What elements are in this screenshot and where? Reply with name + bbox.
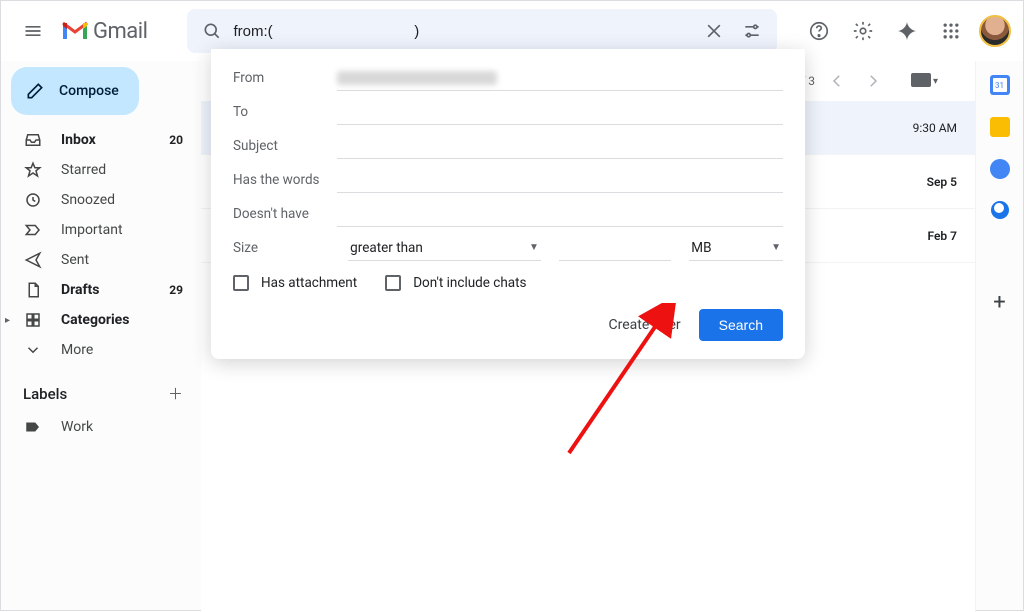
search-box bbox=[187, 9, 777, 53]
sidebar-item-label: Starred bbox=[61, 162, 165, 178]
drafts-icon bbox=[23, 281, 43, 299]
sidebar-item-count: 29 bbox=[169, 283, 183, 297]
compose-button[interactable]: Compose bbox=[11, 67, 139, 115]
inbox-icon bbox=[23, 131, 43, 149]
snoozed-icon bbox=[23, 191, 43, 209]
adv-size-value-input[interactable] bbox=[559, 235, 671, 261]
prev-page-icon[interactable] bbox=[823, 67, 851, 95]
adv-to-input[interactable] bbox=[337, 99, 783, 125]
sidebar-item-label: Important bbox=[61, 222, 165, 238]
adv-subject-label: Subject bbox=[233, 138, 337, 154]
gemini-icon[interactable] bbox=[887, 11, 927, 51]
categories-icon bbox=[23, 311, 43, 329]
tasks-icon[interactable] bbox=[990, 159, 1010, 179]
search-options-icon[interactable] bbox=[733, 12, 771, 50]
get-addons-icon[interactable]: + bbox=[990, 293, 1010, 313]
sidebar-item-more[interactable]: More bbox=[1, 335, 201, 365]
sidebar-item-count: 20 bbox=[169, 133, 183, 147]
header-actions bbox=[799, 11, 1011, 51]
sidebar-item-sent[interactable]: Sent bbox=[1, 245, 201, 275]
keep-icon[interactable] bbox=[990, 117, 1010, 137]
email-date: Feb 7 bbox=[927, 229, 957, 243]
side-panel: + bbox=[975, 61, 1023, 612]
logo-text: Gmail bbox=[93, 19, 147, 44]
adv-to-label: To bbox=[233, 104, 337, 120]
has-attachment-checkbox[interactable] bbox=[233, 275, 249, 291]
sent-icon bbox=[23, 251, 43, 269]
sidebar-item-inbox[interactable]: Inbox 20 bbox=[1, 125, 201, 155]
dont-include-chats-checkbox[interactable] bbox=[385, 275, 401, 291]
account-avatar[interactable] bbox=[979, 15, 1011, 47]
sidebar-item-label: Drafts bbox=[61, 282, 151, 298]
adv-haswords-label: Has the words bbox=[233, 172, 337, 188]
more-icon bbox=[23, 341, 43, 359]
keyboard-icon[interactable] bbox=[911, 73, 931, 89]
adv-doesnthave-label: Doesn't have bbox=[233, 206, 337, 222]
menu-icon[interactable] bbox=[13, 11, 53, 51]
sidebar-item-label: Inbox bbox=[61, 132, 151, 148]
sidebar-item-categories[interactable]: ▸Categories bbox=[1, 305, 201, 335]
adv-size-label: Size bbox=[233, 240, 330, 256]
search-button[interactable]: Search bbox=[699, 309, 783, 341]
sidebar-item-label: Snoozed bbox=[61, 192, 165, 208]
advanced-search-panel: From To Subject Has the words Doesn't ha… bbox=[211, 49, 805, 359]
label-icon bbox=[23, 418, 43, 436]
sidebar-item-starred[interactable]: Starred bbox=[1, 155, 201, 185]
labels-heading: Labels bbox=[23, 385, 67, 403]
search-icon[interactable] bbox=[193, 12, 231, 50]
compose-label: Compose bbox=[59, 83, 119, 99]
sidebar-item-drafts[interactable]: Drafts 29 bbox=[1, 275, 201, 305]
adv-subject-input[interactable] bbox=[337, 133, 783, 159]
label-item-work[interactable]: Work bbox=[1, 412, 201, 442]
email-date: 9:30 AM bbox=[913, 121, 957, 135]
sidebar-item-important[interactable]: Important bbox=[1, 215, 201, 245]
adv-size-unit-select[interactable]: MB▼ bbox=[689, 235, 783, 261]
contacts-icon[interactable] bbox=[991, 201, 1009, 219]
has-attachment-label: Has attachment bbox=[261, 275, 357, 291]
sidebar-item-label: Sent bbox=[61, 252, 165, 268]
adv-haswords-input[interactable] bbox=[337, 167, 783, 193]
adv-from-value[interactable] bbox=[337, 71, 497, 85]
sidebar-item-label: More bbox=[61, 342, 165, 358]
search-input[interactable] bbox=[231, 22, 695, 41]
adv-size-operator-select[interactable]: greater than▼ bbox=[348, 235, 541, 261]
clear-search-icon[interactable] bbox=[695, 12, 733, 50]
gmail-logo[interactable]: Gmail bbox=[61, 19, 147, 44]
help-icon[interactable] bbox=[799, 11, 839, 51]
next-page-icon[interactable] bbox=[859, 67, 887, 95]
adv-from-label: From bbox=[233, 70, 337, 86]
sidebar-item-label: Categories bbox=[61, 312, 165, 328]
calendar-icon[interactable] bbox=[990, 75, 1010, 95]
sidebar-item-snoozed[interactable]: Snoozed bbox=[1, 185, 201, 215]
starred-icon bbox=[23, 161, 43, 179]
important-icon bbox=[23, 221, 43, 239]
sidebar: Compose Inbox 20 Starred Snoozed Important Se… bbox=[1, 61, 201, 612]
create-filter-button[interactable]: Create filter bbox=[608, 317, 680, 333]
dont-include-chats-label: Don't include chats bbox=[413, 275, 526, 291]
settings-icon[interactable] bbox=[843, 11, 883, 51]
adv-doesnthave-input[interactable] bbox=[337, 201, 783, 227]
add-label-icon[interactable]: ＋ bbox=[168, 383, 183, 404]
email-date: Sep 5 bbox=[927, 175, 957, 189]
apps-icon[interactable] bbox=[931, 11, 971, 51]
